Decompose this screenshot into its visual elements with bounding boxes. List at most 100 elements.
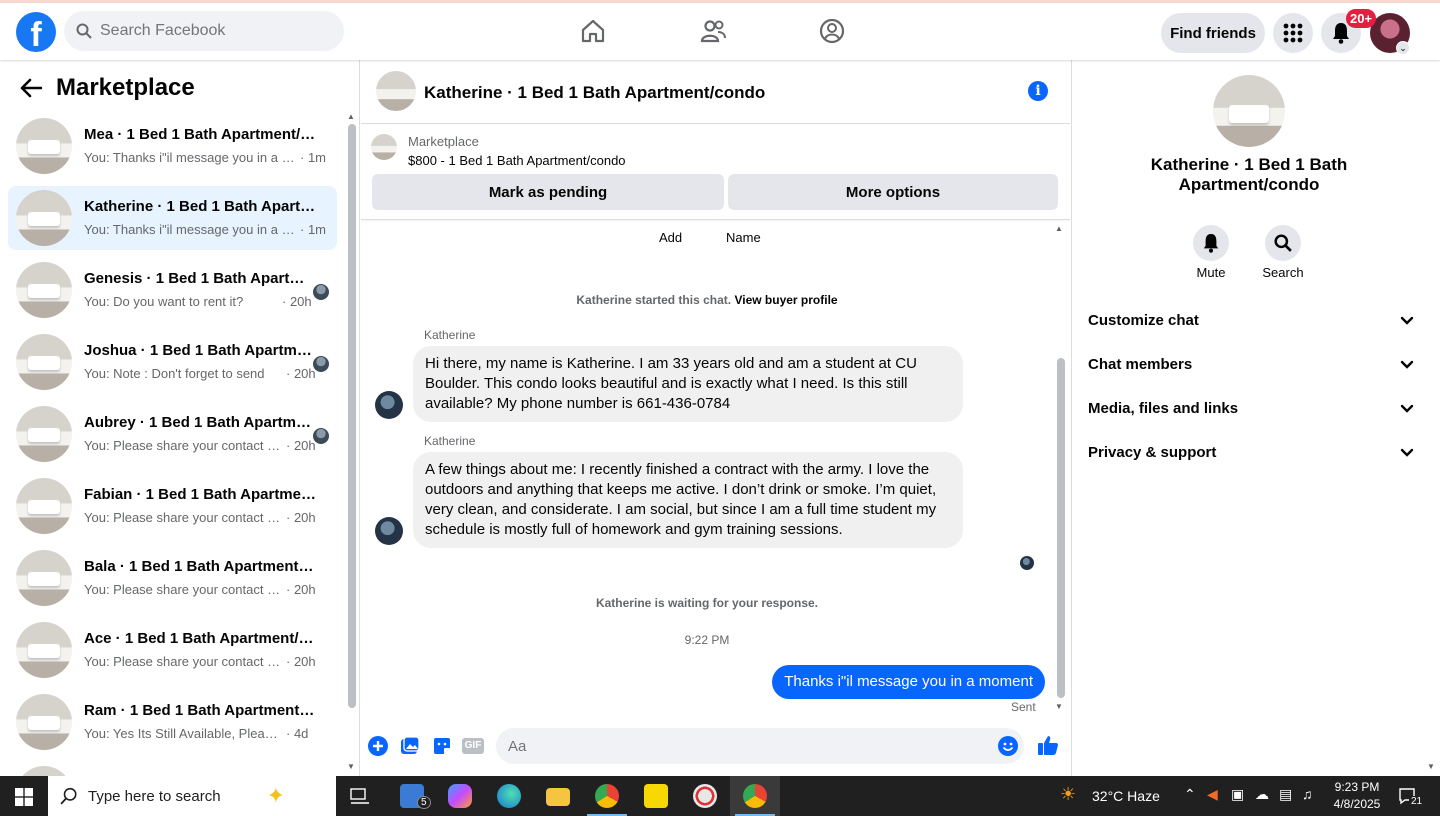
seen-avatar: [313, 428, 329, 444]
sticky-notes-icon[interactable]: [644, 784, 668, 808]
incoming-message[interactable]: Hi there, my name is Katherine. I am 33 …: [413, 346, 963, 422]
chat-list-item[interactable]: Genesis · 1 Bed 1 Bath Apartment/condo Yo…: [8, 258, 337, 322]
copilot-app-icon[interactable]: [448, 784, 472, 808]
groups-icon[interactable]: [818, 17, 846, 45]
details-section-row[interactable]: Chat members: [1088, 356, 1414, 373]
weather-text[interactable]: 32°C Haze: [1092, 788, 1160, 804]
cloud-sync-icon[interactable]: ☁: [1255, 786, 1269, 803]
scroll-up-icon[interactable]: ▲: [1055, 224, 1063, 233]
chrome-active-window-icon[interactable]: [743, 784, 767, 808]
chat-item-avatar: [16, 118, 72, 174]
speaker-icon[interactable]: ♫: [1302, 786, 1313, 802]
conversation-title[interactable]: Katherine · 1 Bed 1 Bath Apartment/condo: [424, 83, 765, 103]
chat-item-snippet: You: Thanks i"il message you in a moment: [84, 150, 296, 165]
chat-item-snippet: You: Please share your contact number: [84, 654, 282, 669]
message-input[interactable]: [496, 728, 1024, 764]
conversation-scrollbar[interactable]: [1057, 358, 1065, 698]
waiting-notice: Katherine is waiting for your response.: [595, 596, 819, 610]
chat-list-item[interactable]: Fabian · 1 Bed 1 Bath Apartment/condo You…: [8, 474, 337, 538]
taskbar-search[interactable]: Type here to search ✦: [48, 776, 336, 816]
weather-icon[interactable]: ☀: [1060, 784, 1076, 805]
sender-avatar[interactable]: [375, 391, 403, 419]
chat-list-item[interactable]: Ram · 1 Bed 1 Bath Apartment/condo You: Y…: [8, 690, 337, 754]
add-label[interactable]: Add: [659, 230, 682, 245]
chevron-down-icon[interactable]: [1400, 316, 1414, 326]
notification-count-badge: 21: [1409, 796, 1425, 807]
account-chevron-icon[interactable]: ⌄: [1396, 41, 1410, 55]
back-arrow-icon[interactable]: [20, 78, 42, 98]
details-section-row[interactable]: Media, files and links: [1088, 400, 1414, 417]
incoming-message[interactable]: A few things about me: I recently finish…: [413, 452, 963, 548]
mark-as-pending-button[interactable]: Mark as pending: [372, 174, 724, 210]
chat-item-time: · 4d: [286, 726, 309, 741]
details-section-row[interactable]: Privacy & support: [1088, 444, 1414, 461]
mute-button[interactable]: [1193, 225, 1229, 261]
show-hidden-icons-icon[interactable]: ⌃: [1184, 786, 1196, 803]
windows-taskbar: Type here to search ✦ 5 ☀ 32°C Haze ⌃ ◀ …: [0, 776, 1440, 816]
task-view-icon[interactable]: [350, 787, 370, 805]
home-icon[interactable]: [579, 17, 607, 45]
chat-item-name: Aubrey · 1 Bed 1 Bath Apartment/condo: [84, 414, 316, 431]
search-in-chat-button[interactable]: [1265, 225, 1301, 261]
search-box[interactable]: [64, 11, 344, 51]
chat-list-item[interactable]: Ace · 1 Bed 1 Bath Apartment/condo You: P…: [8, 618, 337, 682]
scroll-down-icon[interactable]: ▼: [1055, 702, 1063, 711]
search-input[interactable]: [100, 22, 320, 40]
listing-price-title[interactable]: $800 - 1 Bed 1 Bath Apartment/condo: [408, 153, 626, 168]
volume-muted-icon[interactable]: ◀: [1207, 786, 1218, 803]
more-options-button[interactable]: More options: [728, 174, 1058, 210]
chat-item-snippet: You: Please share your contact number: [84, 438, 282, 453]
photo-icon[interactable]: [400, 736, 420, 756]
chat-list-item[interactable]: Joshua · 1 Bed 1 Bath Apartment/condo You…: [8, 330, 337, 394]
chat-item-name: Ram · 1 Bed 1 Bath Apartment/condo: [84, 702, 316, 719]
listing-thumbnail[interactable]: [371, 134, 397, 160]
chat-list-item[interactable]: Bala · 1 Bed 1 Bath Apartment/condo You: …: [8, 546, 337, 610]
sticker-icon[interactable]: [432, 736, 452, 756]
chat-list-item[interactable]: Katherine · 1 Bed 1 Bath Apartment/condo…: [8, 186, 337, 250]
edge-browser-icon[interactable]: [497, 784, 521, 808]
chrome-browser-icon[interactable]: [595, 784, 619, 808]
chevron-down-icon[interactable]: [1400, 448, 1414, 458]
scroll-down-icon[interactable]: ▼: [347, 762, 355, 771]
plus-circle-icon[interactable]: [368, 736, 388, 756]
chat-item-snippet: You: Yes Its Still Available, Please Sen…: [84, 726, 282, 741]
chat-item-name: Joshua · 1 Bed 1 Bath Apartment/condo: [84, 342, 316, 359]
chat-details-panel: Katherine · 1 Bed 1 Bath Apartment/condo…: [1071, 60, 1440, 776]
chat-list-item[interactable]: Logan · 1 Bed 1 Bath Apartment/condo: [8, 762, 337, 776]
file-explorer-icon[interactable]: [546, 788, 570, 806]
clock-time: 9:23 PM: [1334, 780, 1380, 794]
scroll-down-icon[interactable]: ▼: [1427, 762, 1435, 771]
system-clock[interactable]: 9:23 PM 4/8/2025: [1329, 779, 1385, 813]
scroll-up-icon[interactable]: ▲: [347, 112, 355, 121]
info-icon[interactable]: i: [1028, 81, 1048, 101]
message-timestamp: 9:22 PM: [684, 633, 730, 647]
emoji-icon[interactable]: [998, 736, 1018, 756]
menu-button[interactable]: [1273, 13, 1313, 53]
find-friends-button[interactable]: Find friends: [1161, 13, 1265, 53]
details-section-row[interactable]: Customize chat: [1088, 312, 1414, 329]
chat-item-avatar: [16, 406, 72, 462]
sender-avatar[interactable]: [375, 517, 403, 545]
chat-item-avatar: [16, 478, 72, 534]
outgoing-message[interactable]: Thanks i"il message you in a moment: [772, 665, 1045, 699]
windows-start-icon[interactable]: [15, 788, 33, 806]
chevron-down-icon[interactable]: [1400, 360, 1414, 370]
friends-icon[interactable]: [699, 17, 727, 45]
chat-list-item[interactable]: Aubrey · 1 Bed 1 Bath Apartment/condo You…: [8, 402, 337, 466]
view-buyer-profile-link[interactable]: View buyer profile: [734, 293, 837, 307]
sparkle-icon: ✦: [266, 783, 286, 808]
marketplace-inbox-panel: Marketplace Mea · 1 Bed 1 Bath Apartment…: [0, 60, 360, 776]
meet-now-icon[interactable]: ▣: [1231, 786, 1244, 803]
snipping-tool-icon[interactable]: [693, 784, 717, 808]
gif-icon[interactable]: GIF: [462, 738, 484, 754]
conversation-avatar[interactable]: [376, 71, 416, 111]
chat-list-item[interactable]: Mea · 1 Bed 1 Bath Apartment/condo You: T…: [8, 114, 337, 178]
name-label[interactable]: Name: [726, 230, 761, 245]
sender-name: Katherine: [424, 434, 476, 448]
network-icon[interactable]: ▤: [1279, 786, 1292, 803]
chevron-down-icon[interactable]: [1400, 404, 1414, 414]
chat-list-scrollbar[interactable]: [348, 124, 356, 708]
chat-details-avatar[interactable]: [1213, 75, 1285, 147]
thumbs-up-icon[interactable]: [1037, 734, 1059, 756]
facebook-logo-icon[interactable]: f: [16, 12, 56, 52]
